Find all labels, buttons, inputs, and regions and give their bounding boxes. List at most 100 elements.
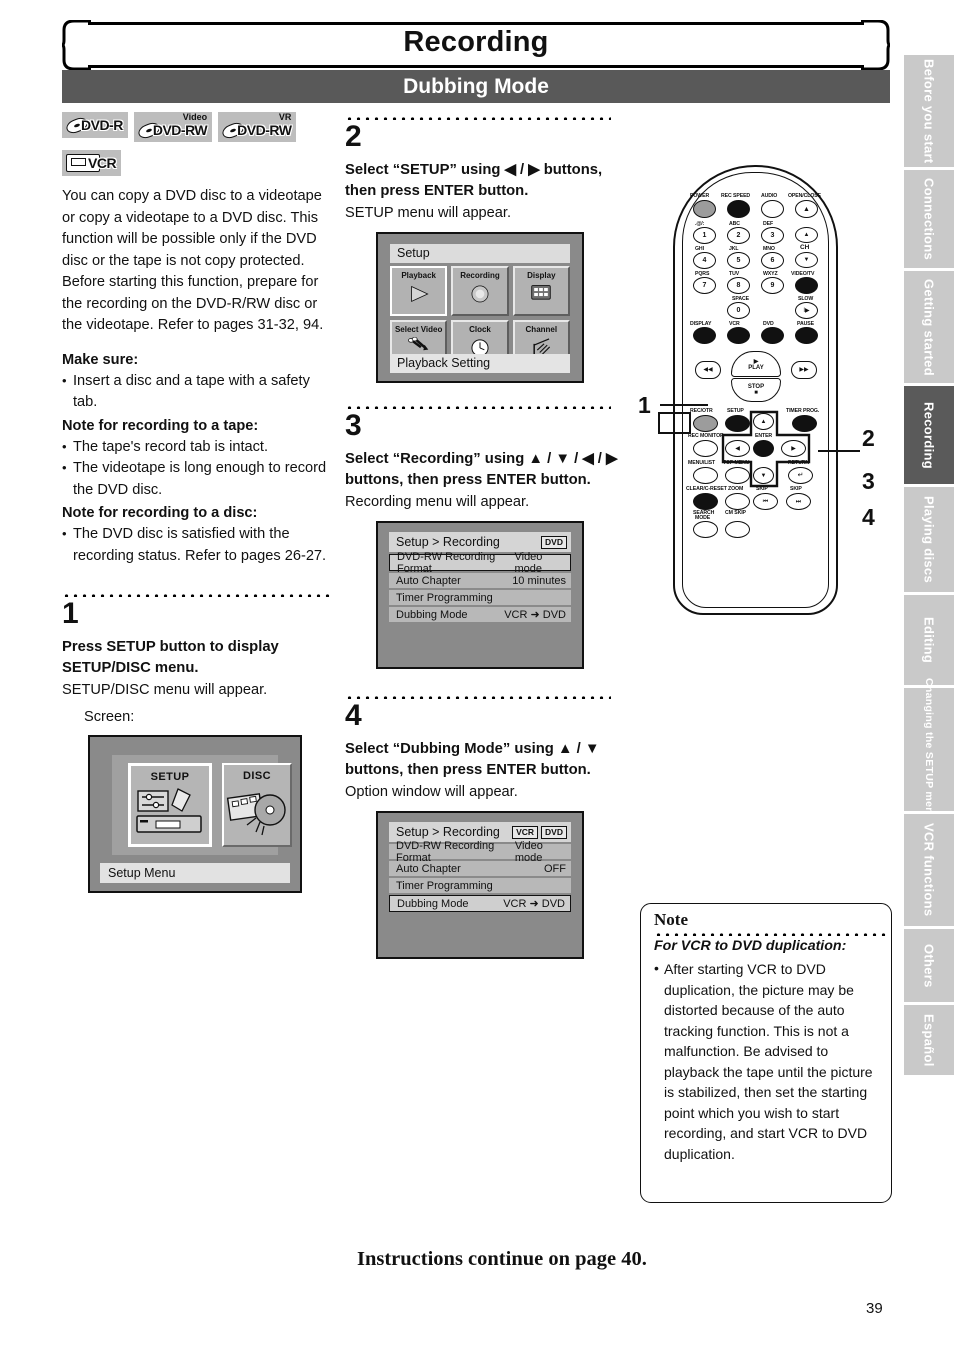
slow-forward-icon: I▶ bbox=[803, 308, 810, 314]
side-tab-label: Others bbox=[921, 943, 937, 988]
menu-row-dubbing-mode[interactable]: Dubbing Mode VCR ➜ DVD bbox=[389, 607, 571, 622]
remote-button-fast-forward[interactable]: ▶▶ bbox=[791, 361, 817, 379]
side-tab-connections[interactable]: Connections bbox=[904, 170, 954, 268]
setup-menu-cell-label: Select Video bbox=[394, 325, 443, 334]
setup-menu-cell-label: Recording bbox=[460, 271, 500, 280]
remote-number-3: 3 bbox=[770, 232, 775, 239]
remote-button-video-tv[interactable] bbox=[795, 277, 818, 294]
media-badge-label: DVD-R bbox=[81, 117, 123, 133]
remote-button-search-mode[interactable] bbox=[693, 521, 718, 538]
remote-button-skip-prev[interactable]: ⏮ bbox=[753, 493, 778, 510]
side-tab-vcr-functions[interactable]: VCR functions bbox=[904, 814, 954, 926]
side-tab-label: Getting started bbox=[921, 278, 937, 376]
side-tab-others[interactable]: Others bbox=[904, 929, 954, 1002]
side-tab-label: Español bbox=[921, 1013, 937, 1067]
remote-number-5: 5 bbox=[736, 257, 741, 264]
menu-row-label: Auto Chapter bbox=[396, 574, 461, 587]
menu-row-value: OFF bbox=[544, 862, 566, 875]
remote-button-cm-skip[interactable] bbox=[725, 521, 750, 538]
setup-menu-cell-recording[interactable]: Recording bbox=[451, 266, 509, 316]
recording-menu-rows: DVD-RW Recording Format Video mode Auto Ch… bbox=[389, 551, 571, 622]
remote-button-power[interactable] bbox=[693, 200, 716, 218]
menu-row-dvd-rw-recording-format[interactable]: DVD-RW Recording Format Video mode bbox=[389, 551, 571, 575]
disc-note-heading: Note for recording to a disc: bbox=[62, 505, 258, 521]
callout-2: 2 bbox=[862, 425, 875, 451]
media-badge-dvd-r: DVD-R bbox=[62, 112, 128, 138]
remote-label-rec-speed: REC SPEED bbox=[721, 193, 751, 199]
setup-tile[interactable]: SETUP bbox=[128, 763, 212, 847]
intro-text: You can copy a DVD disc to a videotape o… bbox=[62, 186, 330, 567]
setup-menu-cell-playback[interactable]: Playback bbox=[390, 266, 448, 316]
recording-menu-title: Setup > Recording bbox=[396, 535, 500, 549]
step-2: 2 Select “SETUP” using ◀ / ▶ buttons, th… bbox=[345, 112, 630, 383]
section-title: Dubbing Mode bbox=[403, 75, 549, 98]
remote-button-pause[interactable] bbox=[795, 327, 818, 344]
note-box: Note For VCR to DVD duplication: After s… bbox=[640, 903, 892, 1203]
side-tab-recording[interactable]: Recording bbox=[904, 386, 954, 484]
setup-tile-label: SETUP bbox=[150, 771, 190, 783]
disc-tile[interactable]: DISC bbox=[222, 763, 292, 847]
menu-row-timer-programming[interactable]: Timer Programming bbox=[389, 878, 571, 893]
remote-button-dvd[interactable] bbox=[761, 327, 784, 344]
remote-button-rec-monitor[interactable] bbox=[693, 440, 718, 457]
page-title: Recording bbox=[403, 26, 549, 58]
remote-button-audio[interactable] bbox=[761, 200, 784, 218]
step-heading: Select “SETUP” using ◀ / ▶ buttons, then… bbox=[345, 162, 603, 199]
menu-row-dubbing-mode[interactable]: Dubbing Mode VCR ➜ DVD bbox=[389, 895, 571, 912]
media-badge-label: DVD-RW bbox=[237, 122, 292, 138]
recording-menu-title: Setup > Recording bbox=[396, 825, 500, 839]
remote-button-rec-otr[interactable] bbox=[693, 415, 718, 432]
note-list: After starting VCR to DVD duplication, t… bbox=[654, 958, 879, 1164]
continue-note: Instructions continue on page 40. bbox=[357, 1248, 647, 1270]
setup-disc-status: Setup Menu bbox=[100, 863, 290, 883]
side-tab-changing-the-setup-menu[interactable]: Changing the SETUP menu bbox=[904, 678, 954, 821]
menu-row-label: Timer Programming bbox=[396, 591, 493, 604]
step-number: 2 bbox=[345, 120, 362, 153]
recording-menu-title-row: Setup > Recording DVD bbox=[389, 532, 571, 552]
remote-button-rec-speed[interactable] bbox=[727, 200, 750, 218]
menu-row-label: Dubbing Mode bbox=[396, 608, 468, 621]
skip-next-icon: ⏭ bbox=[795, 499, 802, 505]
setup-disc-tiles: SETUP DISC bbox=[112, 755, 292, 855]
menu-row-value: VCR ➜ DVD bbox=[504, 609, 566, 621]
make-sure-list: Insert a disc and a tape with a safety t… bbox=[62, 370, 330, 414]
side-tab-label: Connections bbox=[921, 177, 937, 261]
setup-menu-cell-display[interactable]: Display bbox=[512, 266, 570, 316]
media-badge-vcr: VCR bbox=[62, 150, 122, 176]
side-tab-before-you-start[interactable]: Before you start bbox=[904, 55, 954, 167]
menu-row-label: DVD-RW Recording Format bbox=[396, 839, 495, 864]
remote-button-display[interactable] bbox=[693, 327, 716, 344]
setup-menu-cell-label: Clock bbox=[469, 325, 491, 334]
side-tab-getting-started[interactable]: Getting started bbox=[904, 271, 954, 383]
menu-row-timer-programming[interactable]: Timer Programming bbox=[389, 590, 571, 605]
setup-menu-cell-label: Playback bbox=[401, 271, 437, 280]
page-number: 39 bbox=[866, 1300, 883, 1317]
menu-row-auto-chapter[interactable]: Auto Chapter 10 minutes bbox=[389, 573, 571, 588]
setup-disc-screen: SETUP DISC Setup Menu bbox=[88, 735, 302, 893]
menu-row-dvd-rw-recording-format[interactable]: DVD-RW Recording Format Video mode bbox=[389, 840, 571, 864]
step-number: 4 bbox=[345, 699, 362, 732]
remote-button-rewind[interactable]: ◀◀ bbox=[695, 361, 721, 379]
callout-3: 3 bbox=[862, 468, 875, 494]
remote-button-skip-next[interactable]: ⏭ bbox=[786, 493, 811, 510]
side-tab-espa-ol[interactable]: Español bbox=[904, 1005, 954, 1075]
side-tab-editing[interactable]: Editing bbox=[904, 595, 954, 685]
side-tab-strip: Before you start Connections Getting start… bbox=[904, 55, 954, 1078]
step-4: 4 Select “Dubbing Mode” using ▲ / ▼ butt… bbox=[345, 691, 630, 959]
setup-menu-title: Setup bbox=[390, 244, 570, 263]
side-tab-label: VCR functions bbox=[921, 823, 937, 917]
remote-button-clear-c-reset[interactable] bbox=[693, 493, 718, 510]
remote-button-zoom[interactable] bbox=[725, 493, 750, 510]
side-tab-playing-discs[interactable]: Playing discs bbox=[904, 487, 954, 592]
note-divider-dots bbox=[654, 928, 886, 936]
remote-number-8: 8 bbox=[736, 282, 741, 289]
menu-row-label: Auto Chapter bbox=[396, 862, 461, 875]
channel-up-icon: ▲ bbox=[803, 232, 810, 238]
remote-button-menu-list[interactable] bbox=[693, 467, 718, 484]
remote-button-vcr[interactable] bbox=[727, 327, 750, 344]
step-body: SETUP/DISC menu will appear. bbox=[62, 682, 268, 698]
left-column: DVD-R DVD-RW Video DVD-RW VR VCR You can copy… bbox=[62, 112, 330, 893]
note-title: Note bbox=[654, 910, 688, 929]
rewind-icon: ◀◀ bbox=[703, 367, 713, 373]
step-number: 1 bbox=[62, 597, 79, 630]
